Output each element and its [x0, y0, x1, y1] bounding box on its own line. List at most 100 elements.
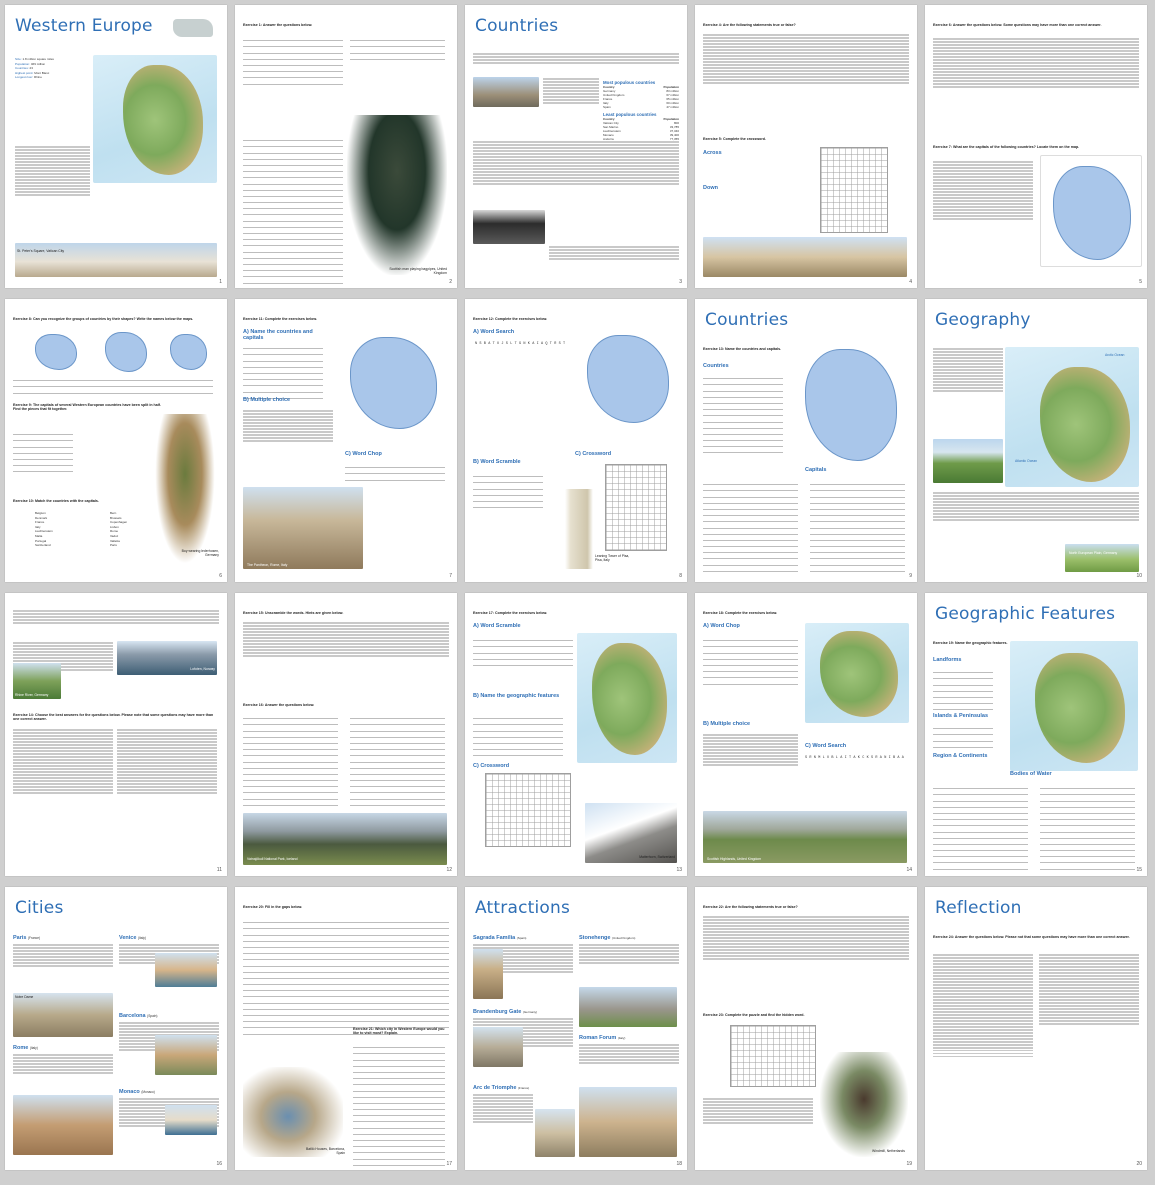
page-7[interactable]: Exercise 11: Complete the exercises belo…	[235, 299, 457, 582]
answer-lines[interactable]	[353, 1042, 445, 1166]
true-false-list[interactable]	[703, 33, 909, 133]
answer-lines[interactable]	[703, 373, 783, 454]
answer-lines[interactable]	[473, 635, 573, 666]
section-heading: A) Word Chop	[703, 623, 740, 629]
answer-lines[interactable]	[933, 667, 993, 711]
attraction-heading: Roman Forum (Italy)	[579, 1035, 626, 1041]
section-heading: Landforms	[933, 657, 962, 663]
exercise-heading: Exercise 21: Which city in Western Europ…	[353, 1027, 445, 1035]
section-heading: A) Name the countries and capitals	[243, 329, 313, 341]
answer-lines[interactable]	[243, 135, 343, 284]
answer-lines[interactable]	[703, 635, 798, 685]
answer-lines[interactable]	[1040, 783, 1135, 870]
physical-map	[93, 55, 217, 183]
numbered-map[interactable]	[335, 329, 447, 434]
exercise-heading: Exercise 23: Complete the puzzle and fin…	[703, 1013, 805, 1017]
word-search-grid[interactable]: SRNMLUBLAITAKCKSRANIBAAYENSASAFCRENOENHE…	[805, 755, 905, 800]
answer-lines[interactable]	[345, 462, 445, 481]
photo-caption: The Pantheon, Rome, Italy	[247, 563, 288, 567]
exercise-heading: Exercise 19: Name the geographic feature…	[933, 641, 1008, 645]
answer-lines[interactable]	[933, 783, 1028, 870]
photo-caption: Scottish Highlands, United Kingdom	[707, 857, 762, 861]
windmill-photo	[820, 1052, 908, 1157]
numbered-map[interactable]	[575, 327, 679, 427]
answer-lines[interactable]	[243, 713, 338, 806]
page-number: 4	[909, 279, 912, 285]
question-list[interactable]	[13, 728, 113, 856]
section-heading: B) Word Scramble	[473, 459, 521, 465]
choice-list[interactable]	[703, 733, 798, 803]
page-8[interactable]: Exercise 12: Complete the exercises belo…	[465, 299, 687, 582]
page-10[interactable]: Geography LOW / HILLS / MOUNTAINS 400 km…	[925, 299, 1147, 582]
question-list[interactable]	[117, 728, 217, 856]
answer-lines[interactable]	[13, 375, 213, 394]
page-16[interactable]: Cities Paris (France) Notre Dame Rome (I…	[5, 887, 227, 1170]
exercise-heading: Exercise 6: Answer the questions below. …	[933, 23, 1102, 27]
ocean-label: Atlantic Ocean	[1015, 459, 1038, 463]
section-heading: Capitals	[805, 467, 827, 473]
choice-list[interactable]	[243, 409, 333, 479]
answer-lines[interactable]	[13, 429, 73, 473]
page-9[interactable]: Countries Exercise 13: Name the countrie…	[695, 299, 917, 582]
physical-map	[1005, 347, 1139, 487]
physical-map[interactable]	[805, 623, 909, 723]
page-14[interactable]: Exercise 18: Complete the exercises belo…	[695, 593, 917, 876]
page-15[interactable]: Geographic Features Exercise 19: Name th…	[925, 593, 1147, 876]
page-3[interactable]: Countries Most populous countries Countr…	[465, 5, 687, 288]
page-number: 5	[1139, 279, 1142, 285]
palace-photo	[703, 237, 907, 277]
page-19[interactable]: Exercise 22: Are the following statement…	[695, 887, 917, 1170]
answer-lines[interactable]	[810, 479, 905, 572]
question-list[interactable]	[1039, 953, 1139, 1093]
answer-lines[interactable]	[473, 471, 543, 509]
answer-lines[interactable]	[350, 713, 445, 806]
plain-photo	[1065, 544, 1139, 572]
gap-fill-lines[interactable]	[243, 917, 449, 1035]
shape-maps	[15, 329, 215, 373]
page-4[interactable]: Exercise 4: Are the following statements…	[695, 5, 917, 288]
page-5[interactable]: Exercise 6: Answer the questions below. …	[925, 5, 1147, 288]
exercise-heading: Exercise 24: Answer the questions below.…	[933, 935, 1130, 939]
answer-lines[interactable]	[933, 723, 993, 748]
physical-map[interactable]	[577, 633, 677, 763]
fact-list: Size: 1.8 million square miles Populatio…	[15, 57, 54, 80]
body-text	[473, 52, 679, 74]
answer-lines[interactable]	[243, 35, 343, 85]
capital-column: Bern Brussels Copenhagen Lisbon Rome Vaduz Val…	[110, 511, 128, 548]
pantheon-photo	[243, 487, 363, 569]
answer-lines[interactable]	[350, 35, 445, 60]
page-6[interactable]: Exercise 8: Can you recognize the groups…	[5, 299, 227, 582]
page-18[interactable]: Attractions Sagrada Família (Spain) Bran…	[465, 887, 687, 1170]
puzzle-grid[interactable]	[730, 1025, 816, 1087]
physical-map[interactable]	[1010, 641, 1138, 771]
outline-map[interactable]	[1040, 155, 1142, 267]
page-11[interactable]: Lofoten, Norway Rhine River, Germany Exe…	[5, 593, 227, 876]
question-list[interactable]	[933, 953, 1033, 1158]
photo-caption: North European Plain, Germany	[1069, 551, 1118, 555]
building-photo	[473, 77, 539, 107]
crossword-grid[interactable]	[820, 147, 888, 233]
page-number: 9	[909, 573, 912, 579]
capital-choices[interactable]	[933, 160, 1033, 278]
crossword-grid[interactable]	[605, 464, 667, 551]
word-search-grid[interactable]: NSBATUJSLTGNKAIAQTRSTPDBSNPSIAPOAEUBIXTD…	[475, 341, 565, 421]
page-number: 2	[449, 279, 452, 285]
answer-lines[interactable]	[473, 713, 563, 757]
page-20[interactable]: Reflection Exercise 24: Answer the quest…	[925, 887, 1147, 1170]
crossword-grid[interactable]	[485, 773, 571, 847]
question-list[interactable]	[933, 37, 1139, 137]
page-title: Geographic Features	[935, 604, 1116, 624]
true-false-list[interactable]	[703, 915, 909, 1005]
page-1[interactable]: Western Europe Size: 1.8 million square …	[5, 5, 227, 288]
answer-lines[interactable]	[243, 343, 323, 399]
page-12[interactable]: Exercise 15: Unscramble the words. Hints…	[235, 593, 457, 876]
body-text	[549, 245, 679, 277]
body-text	[15, 145, 90, 240]
numbered-map[interactable]	[790, 339, 908, 467]
scramble-list[interactable]	[243, 621, 449, 691]
page-17[interactable]: Exercise 20: Fill in the gaps below. Exe…	[235, 887, 457, 1170]
page-2[interactable]: Exercise 1: Answer the questions below. …	[235, 5, 457, 288]
page-13[interactable]: Exercise 17: Complete the exercises belo…	[465, 593, 687, 876]
exercise-heading: Exercise 13: Name the countries and capi…	[703, 347, 782, 351]
answer-lines[interactable]	[703, 479, 798, 572]
